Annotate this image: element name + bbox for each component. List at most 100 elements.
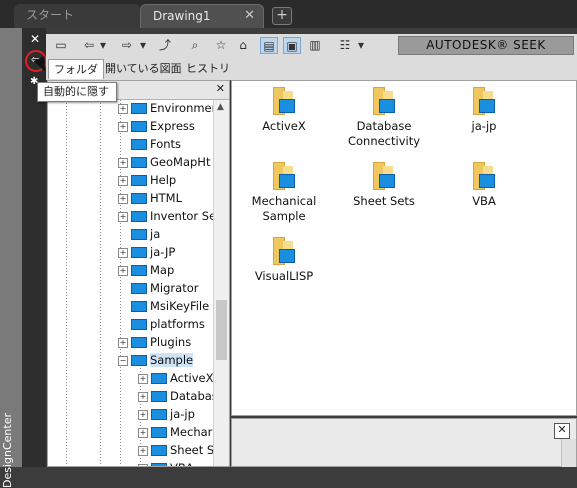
folder-item-label: VBA [472, 194, 496, 208]
expand-toggle-icon[interactable]: + [138, 391, 148, 402]
panel-tabs: フォルダ 開いている図面 ヒストリ [46, 58, 577, 80]
folder-item-label: Mechanical Sample [251, 194, 317, 223]
folder-item[interactable]: Database Connectivity [336, 87, 432, 149]
expand-toggle-icon[interactable]: + [118, 175, 128, 186]
tab-drawing1[interactable]: Drawing1 ✕ [140, 4, 264, 28]
expand-toggle-icon[interactable]: − [118, 355, 128, 366]
scroll-up-icon[interactable]: ▲ [217, 102, 224, 112]
forward-button[interactable]: ⇨ [118, 37, 136, 54]
expand-toggle-icon[interactable]: + [118, 337, 128, 348]
tree-item[interactable]: + Databas [138, 387, 213, 405]
tree-item[interactable]: + Environmen [118, 100, 213, 117]
tree-item[interactable]: + ja-JP [118, 243, 175, 261]
tree-item[interactable]: MsiKeyFile [118, 297, 209, 315]
folder-item[interactable]: ActiveX [236, 87, 332, 134]
expand-toggle-icon[interactable]: + [138, 373, 148, 384]
description-icon: ▥ [309, 38, 321, 52]
chevron-down-icon: ▾ [99, 38, 107, 52]
tree-item[interactable]: platforms [118, 315, 205, 333]
expand-toggle-icon[interactable]: + [118, 247, 128, 258]
tree-item-label: Map [150, 263, 175, 277]
tree-item[interactable]: + Mechar [138, 423, 212, 441]
views-dropdown-button[interactable]: ▾ [356, 37, 366, 54]
folder-icon [131, 355, 147, 366]
expand-toggle-icon[interactable]: + [118, 193, 128, 204]
tree-item-label: Plugins [150, 335, 192, 349]
chevron-down-icon: ▾ [139, 38, 147, 52]
folder-icon [131, 283, 147, 294]
expand-toggle-icon[interactable]: + [118, 103, 128, 114]
tab-start[interactable]: スタート [14, 4, 140, 28]
tree-item[interactable]: Fonts [118, 135, 181, 153]
tree-item[interactable]: + ActiveX [138, 369, 213, 387]
preview-scrollbar[interactable] [561, 439, 576, 467]
tree-item[interactable]: Migrator [118, 279, 198, 297]
preview-button[interactable]: ▣ [283, 37, 301, 54]
folder-icon [273, 87, 295, 115]
preview-pane: ✕ [231, 418, 577, 467]
tree-item-label: GeoMapHt [150, 155, 211, 169]
forward-dropdown-button[interactable]: ▾ [138, 37, 148, 54]
tree-item[interactable]: + Plugins [118, 333, 191, 351]
close-icon[interactable]: ✕ [244, 5, 255, 27]
tree-item[interactable]: + HTML [118, 189, 182, 207]
expand-toggle-icon[interactable]: + [138, 445, 148, 456]
folder-icon [131, 301, 147, 312]
tree-item[interactable]: + Express [118, 117, 195, 135]
tree-scrollbar[interactable]: ▲ [213, 100, 229, 466]
expand-toggle-icon[interactable]: + [138, 463, 148, 466]
tree-item[interactable]: ja [118, 225, 160, 243]
folder-item-label: ja-jp [471, 119, 497, 133]
search-button[interactable]: ⌕ [186, 37, 204, 54]
tree-item[interactable]: + Help [118, 171, 176, 189]
folder-item[interactable]: Mechanical Sample [236, 162, 332, 224]
expand-toggle-icon[interactable]: + [118, 265, 128, 276]
autodesk-seek-button[interactable]: AUTODESK® SEEK [398, 36, 574, 55]
tree-item-label: ActiveX [170, 371, 213, 385]
back-button[interactable]: ⇦ [80, 37, 98, 54]
folder-icon [273, 237, 295, 265]
home-button[interactable]: ⌂ [234, 37, 252, 54]
expand-toggle-icon[interactable]: + [118, 121, 128, 132]
folder-item[interactable]: ja-jp [436, 87, 532, 134]
tree-view-icon: ▤ [263, 39, 275, 53]
palette-close-icon[interactable]: ✕ [30, 32, 40, 46]
up-button[interactable]: ⤴ [156, 37, 174, 54]
tree-item[interactable]: + ja-jp [138, 405, 195, 423]
folder-item[interactable]: VisualLISP [236, 237, 332, 284]
folder-icon [373, 87, 395, 115]
favorites-button[interactable]: ☆ [212, 37, 230, 54]
tab-open-drawings[interactable]: 開いている図面 [100, 59, 187, 79]
expand-toggle-icon[interactable]: + [138, 427, 148, 438]
tree-guide-lines [66, 100, 126, 466]
tab-start-label: スタート [26, 8, 75, 22]
close-icon[interactable]: ✕ [216, 82, 225, 95]
new-tab-button[interactable]: + [272, 7, 292, 25]
tree-item[interactable]: + Sheet Se [138, 441, 213, 459]
back-dropdown-button[interactable]: ▾ [98, 37, 108, 54]
tree-item[interactable]: + GeoMapHt [118, 153, 210, 171]
expand-toggle-icon[interactable]: + [118, 157, 128, 168]
tree-item[interactable]: + Map [118, 261, 174, 279]
palette-title-bar[interactable]: DesignCenter [0, 28, 22, 488]
scroll-thumb[interactable] [216, 300, 227, 360]
load-button[interactable]: ▭ [52, 37, 70, 54]
tree-item[interactable]: − Sample [118, 351, 194, 369]
expand-toggle-icon[interactable]: + [118, 211, 128, 222]
folder-icon [131, 319, 147, 330]
folder-item[interactable]: VBA [436, 162, 532, 209]
tree-item-label: Express [150, 119, 195, 133]
tree-item[interactable]: + Inventor Se [118, 207, 213, 225]
preview-icon: ▣ [286, 39, 298, 53]
close-icon[interactable]: ✕ [554, 423, 570, 439]
tree-view-toggle-button[interactable]: ▤ [260, 37, 278, 54]
views-button[interactable]: ☷ [336, 37, 354, 54]
tab-folders[interactable]: フォルダ [48, 59, 104, 79]
folder-item[interactable]: Sheet Sets [336, 162, 432, 209]
folder-icon [473, 87, 495, 115]
expand-toggle-icon[interactable]: + [138, 409, 148, 420]
description-button[interactable]: ▥ [306, 37, 324, 54]
tab-history[interactable]: ヒストリ [181, 59, 235, 79]
tree-item-label: VBA [170, 461, 194, 466]
tree-item[interactable]: + VBA [138, 459, 194, 466]
